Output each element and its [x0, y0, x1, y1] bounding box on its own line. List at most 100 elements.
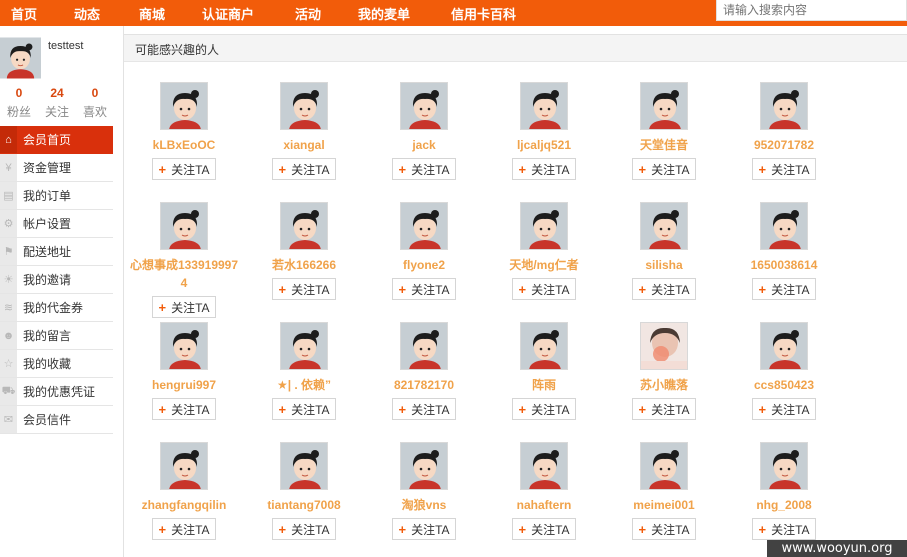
user-name-link[interactable]: flyone2: [369, 256, 479, 274]
avatar[interactable]: [160, 322, 208, 370]
follow-button[interactable]: + 关注TA: [752, 398, 816, 420]
follow-button[interactable]: + 关注TA: [632, 278, 696, 300]
avatar[interactable]: [280, 202, 328, 250]
nav-link-events[interactable]: 活动: [295, 4, 321, 23]
stat-fans[interactable]: 0 粉丝: [0, 86, 38, 120]
avatar[interactable]: [760, 82, 808, 130]
sidebar-item-mail[interactable]: ✉ 会员信件: [0, 406, 113, 434]
nav-link-merchants[interactable]: 认证商户: [202, 4, 254, 23]
avatar[interactable]: [640, 322, 688, 370]
avatar[interactable]: [640, 202, 688, 250]
follow-button[interactable]: + 关注TA: [512, 518, 576, 540]
avatar[interactable]: [640, 442, 688, 490]
avatar[interactable]: [160, 202, 208, 250]
avatar[interactable]: [400, 202, 448, 250]
avatar[interactable]: [280, 442, 328, 490]
avatar[interactable]: [640, 82, 688, 130]
avatar[interactable]: [520, 202, 568, 250]
user-name-link[interactable]: nahaftern: [489, 496, 599, 514]
follow-button[interactable]: + 关注TA: [392, 278, 456, 300]
user-name-link[interactable]: 952071782: [729, 136, 839, 154]
follow-button[interactable]: + 关注TA: [632, 398, 696, 420]
sidebar-item-orders[interactable]: ▤ 我的订单: [0, 182, 113, 210]
follow-button[interactable]: + 关注TA: [752, 278, 816, 300]
follow-button[interactable]: + 关注TA: [512, 398, 576, 420]
avatar[interactable]: [280, 322, 328, 370]
user-name-link[interactable]: 821782170: [369, 376, 479, 394]
sidebar-item-label: 配送地址: [23, 245, 72, 259]
user-name-link[interactable]: 若水166266: [249, 256, 359, 274]
user-name-link[interactable]: 阵雨: [489, 376, 599, 394]
user-name-link[interactable]: ★| . 依赖”: [249, 376, 359, 394]
follow-button[interactable]: + 关注TA: [152, 398, 216, 420]
follow-button[interactable]: + 关注TA: [152, 296, 216, 318]
avatar[interactable]: [280, 82, 328, 130]
follow-button[interactable]: + 关注TA: [272, 518, 336, 540]
sidebar-item-label: 我的代金券: [23, 301, 84, 315]
avatar[interactable]: [0, 36, 41, 80]
follow-button[interactable]: + 关注TA: [392, 518, 456, 540]
profile-stats: 0 粉丝 24 关注 0 喜欢: [0, 86, 115, 120]
sidebar-item-address[interactable]: ⚑ 配送地址: [0, 238, 113, 266]
avatar[interactable]: [520, 322, 568, 370]
user-name-link[interactable]: nhg_2008: [729, 496, 839, 514]
user-name-link[interactable]: tiantang7008: [249, 496, 359, 514]
sidebar-item-member-home[interactable]: ⌂ 会员首页: [0, 126, 113, 154]
follow-button[interactable]: + 关注TA: [152, 518, 216, 540]
user-name-link[interactable]: 苏小瞧落: [609, 376, 719, 394]
user-name-link[interactable]: silisha: [609, 256, 719, 274]
sidebar-item-funds[interactable]: ¥ 资金管理: [0, 154, 113, 182]
follow-button[interactable]: + 关注TA: [392, 398, 456, 420]
sidebar-item-label: 会员首页: [23, 133, 72, 147]
follow-button[interactable]: + 关注TA: [272, 278, 336, 300]
stat-likes[interactable]: 0 喜欢: [76, 86, 114, 120]
user-name-link[interactable]: 1650038614: [729, 256, 839, 274]
user-name-link[interactable]: zhangfangqilin: [129, 496, 239, 514]
sidebar-item-favorites[interactable]: ☆ 我的收藏: [0, 350, 113, 378]
sidebar-item-account-settings[interactable]: ⚙ 帐户设置: [0, 210, 113, 238]
nav-link-my-list[interactable]: 我的麦单: [358, 4, 410, 23]
user-name-link[interactable]: kLBxEoOC: [129, 136, 239, 154]
follow-button[interactable]: + 关注TA: [272, 158, 336, 180]
follow-button[interactable]: + 关注TA: [392, 158, 456, 180]
avatar[interactable]: [520, 82, 568, 130]
follow-button[interactable]: + 关注TA: [632, 158, 696, 180]
user-name-link[interactable]: hengrui997: [129, 376, 239, 394]
nav-link-feed[interactable]: 动态: [74, 4, 100, 23]
sidebar-item-vouchers[interactable]: ≋ 我的代金券: [0, 294, 113, 322]
user-name-link[interactable]: jack: [369, 136, 479, 154]
user-name-link[interactable]: meimei001: [609, 496, 719, 514]
avatar[interactable]: [760, 202, 808, 250]
avatar[interactable]: [760, 442, 808, 490]
avatar[interactable]: [760, 322, 808, 370]
user-name-link[interactable]: ljcaljq521: [489, 136, 599, 154]
follow-button[interactable]: + 关注TA: [752, 158, 816, 180]
avatar[interactable]: [400, 322, 448, 370]
nav-link-home[interactable]: 首页: [11, 4, 37, 23]
sidebar-item-invites[interactable]: ☀ 我的邀请: [0, 266, 113, 294]
search-input[interactable]: [723, 3, 903, 17]
stat-following[interactable]: 24 关注: [38, 86, 76, 120]
nav-link-credit-wiki[interactable]: 信用卡百科: [451, 4, 516, 23]
follow-button[interactable]: + 关注TA: [512, 158, 576, 180]
sidebar-item-coupons[interactable]: ⛟ 我的优惠凭证: [0, 378, 113, 406]
avatar[interactable]: [400, 82, 448, 130]
profile-username[interactable]: testtest: [48, 40, 83, 52]
user-name-link[interactable]: xiangal: [249, 136, 359, 154]
user-name-link[interactable]: 天堂佳音: [609, 136, 719, 154]
user-name-link[interactable]: ccs850423: [729, 376, 839, 394]
follow-button[interactable]: + 关注TA: [272, 398, 336, 420]
nav-link-mall[interactable]: 商城: [139, 4, 165, 23]
user-name-link[interactable]: 淘狼vns: [369, 496, 479, 514]
sidebar-item-messages[interactable]: ☻ 我的留言: [0, 322, 113, 350]
avatar[interactable]: [160, 82, 208, 130]
avatar[interactable]: [160, 442, 208, 490]
avatar[interactable]: [400, 442, 448, 490]
avatar[interactable]: [520, 442, 568, 490]
user-name-link[interactable]: 心想事成1339199974: [129, 256, 239, 292]
follow-button[interactable]: + 关注TA: [152, 158, 216, 180]
follow-button[interactable]: + 关注TA: [752, 518, 816, 540]
user-name-link[interactable]: 天地/mg仁者: [489, 256, 599, 274]
follow-button[interactable]: + 关注TA: [632, 518, 696, 540]
follow-button[interactable]: + 关注TA: [512, 278, 576, 300]
